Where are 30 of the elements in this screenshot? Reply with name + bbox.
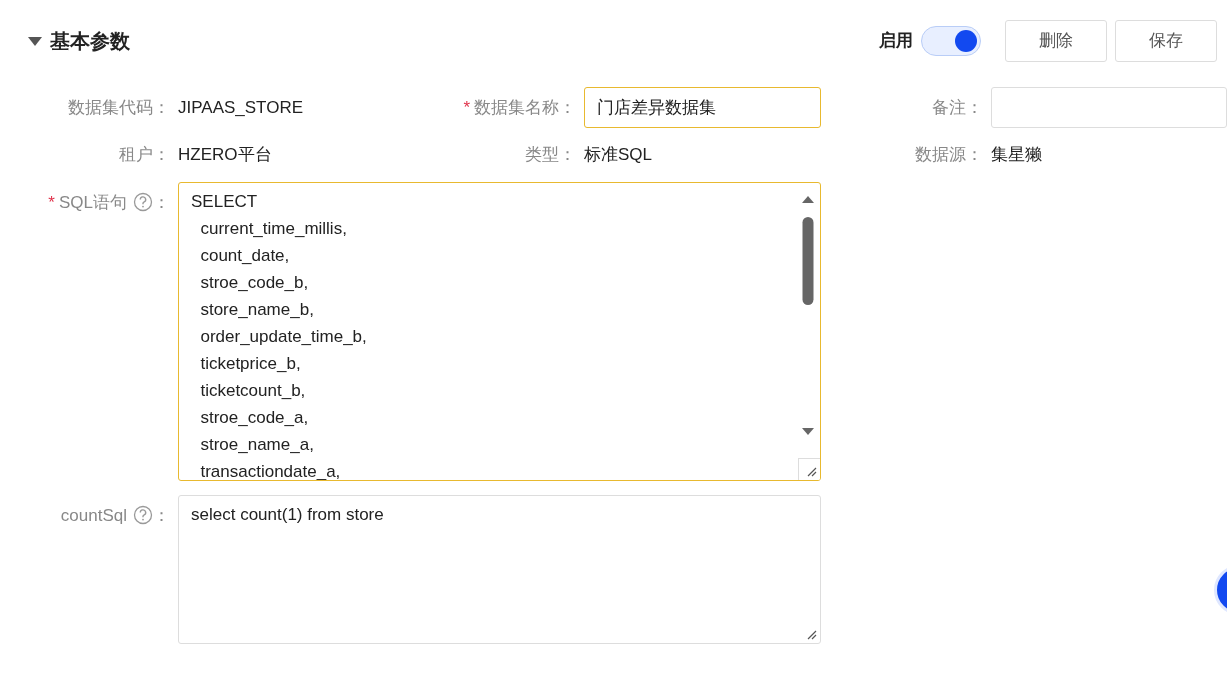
label-colon: ： bbox=[153, 192, 170, 212]
field-label: 备注： bbox=[932, 97, 983, 117]
label-colon: ： bbox=[153, 505, 170, 525]
resize-grip-icon[interactable] bbox=[807, 466, 817, 477]
field-value: 集星獭 bbox=[991, 144, 1043, 166]
action-button[interactable]: 保存 bbox=[1115, 20, 1217, 62]
input-field[interactable] bbox=[991, 87, 1227, 128]
field-value: 标准SQL bbox=[584, 144, 654, 166]
field-label: 租户： bbox=[119, 145, 170, 164]
field-label: 数据集名称： bbox=[474, 97, 576, 117]
required-asterisk: * bbox=[463, 97, 470, 117]
required-asterisk: * bbox=[48, 192, 55, 212]
input-field[interactable]: 门店差异数据集 bbox=[584, 87, 821, 128]
field-label: countSql bbox=[60, 505, 127, 525]
field-label: 数据集代码： bbox=[68, 97, 170, 117]
section-title: 基本参数 bbox=[50, 29, 130, 54]
field-label: 类型： bbox=[525, 145, 576, 164]
field-value: HZERO平台 bbox=[178, 144, 273, 166]
caret-icon[interactable] bbox=[28, 36, 42, 46]
resize-grip-icon[interactable] bbox=[807, 629, 817, 640]
enable-toggle[interactable] bbox=[921, 26, 981, 56]
field-value: JIPAAS_STORE bbox=[178, 96, 305, 119]
field-label: 数据源： bbox=[915, 145, 983, 164]
code-field[interactable]: select count(1) from store bbox=[178, 494, 821, 644]
action-button[interactable]: 删除 bbox=[1005, 20, 1107, 62]
help-icon[interactable] bbox=[133, 191, 153, 212]
toggle-label: 启用 bbox=[879, 30, 913, 53]
field-label: SQL语句 bbox=[58, 192, 127, 212]
help-icon[interactable] bbox=[133, 504, 153, 525]
code-field[interactable]: SELECT current_time_millis, count_date, stroe_code_b, store_name_b, order_update_time_b, ticketprice_b, ticketcount_b, stroe_code_a, stroe_name_a, transactiondate_a, bbox=[178, 181, 821, 481]
